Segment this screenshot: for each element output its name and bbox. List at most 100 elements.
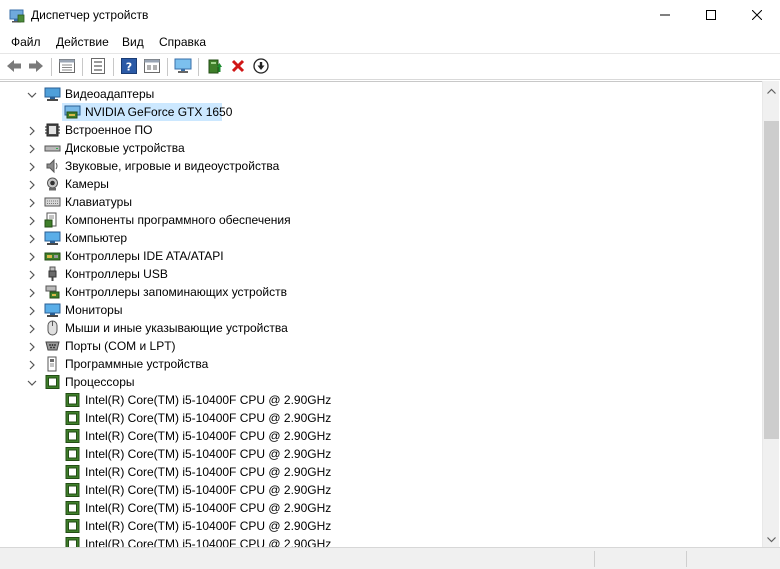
tree-category-row[interactable]: Встроенное ПО xyxy=(0,121,762,139)
scroll-thumb[interactable] xyxy=(764,121,779,439)
status-bar xyxy=(0,547,780,569)
tree-category-row[interactable]: Контроллеры IDE ATA/ATAPI xyxy=(0,247,762,265)
menu-action[interactable]: Действие xyxy=(56,35,109,49)
chevron-right-icon[interactable] xyxy=(27,179,37,190)
minimize-button[interactable] xyxy=(642,0,688,32)
processor-chip-icon xyxy=(64,518,81,534)
tree-device-row[interactable]: Intel(R) Core(TM) i5-10400F CPU @ 2.90GH… xyxy=(0,517,762,535)
chevron-right-icon[interactable] xyxy=(27,125,37,136)
tree-category-row[interactable]: Камеры xyxy=(0,175,762,193)
scroll-up-button[interactable] xyxy=(763,81,780,98)
chevron-right-icon[interactable] xyxy=(27,215,37,226)
menu-file[interactable]: Файл xyxy=(11,35,41,49)
chevron-right-icon[interactable] xyxy=(27,305,37,316)
tree-device-row[interactable]: Intel(R) Core(TM) i5-10400F CPU @ 2.90GH… xyxy=(0,445,762,463)
maximize-button[interactable] xyxy=(688,0,734,32)
tree-item-label: NVIDIA GeForce GTX 1650 xyxy=(85,105,233,119)
disable-device-button[interactable] xyxy=(251,57,271,77)
tree-category-row[interactable]: Клавиатуры xyxy=(0,193,762,211)
tree-item-label: Процессоры xyxy=(65,375,135,389)
chevron-right-icon[interactable] xyxy=(27,251,37,262)
chevron-right-icon[interactable] xyxy=(27,341,37,352)
display-adapter-icon xyxy=(44,86,61,102)
scan-hardware-button[interactable] xyxy=(173,57,193,77)
processor-chip-icon xyxy=(64,536,81,547)
properties-button[interactable] xyxy=(57,57,77,77)
forward-arrow-icon xyxy=(28,59,44,76)
device-list-button[interactable] xyxy=(88,57,108,77)
tree-category-row[interactable]: Процессоры xyxy=(0,373,762,391)
tree-device-row[interactable]: Intel(R) Core(TM) i5-10400F CPU @ 2.90GH… xyxy=(0,535,762,547)
storage-controller-icon xyxy=(44,284,61,300)
port-connector-icon xyxy=(44,338,61,354)
tree-device-row[interactable]: Intel(R) Core(TM) i5-10400F CPU @ 2.90GH… xyxy=(0,463,762,481)
tree-category-row[interactable]: Программные устройства xyxy=(0,355,762,373)
tree-item-label: Мыши и иные указывающие устройства xyxy=(65,321,288,335)
chevron-right-icon[interactable] xyxy=(27,359,37,370)
tree-item-label: Встроенное ПО xyxy=(65,123,153,137)
update-driver-button[interactable] xyxy=(205,57,225,77)
chevron-right-icon[interactable] xyxy=(27,287,37,298)
maximize-icon xyxy=(706,9,716,23)
uninstall-button[interactable] xyxy=(228,57,248,77)
processor-chip-icon xyxy=(64,464,81,480)
computer-monitor-icon xyxy=(44,230,61,246)
tree-item-label: Видеоадаптеры xyxy=(65,87,155,101)
toolbar-separator xyxy=(167,58,168,76)
tree-item-label: Intel(R) Core(TM) i5-10400F CPU @ 2.90GH… xyxy=(85,465,332,479)
chevron-down-icon[interactable] xyxy=(27,377,37,387)
chevron-right-icon[interactable] xyxy=(27,233,37,244)
tree-device-row[interactable]: Intel(R) Core(TM) i5-10400F CPU @ 2.90GH… xyxy=(0,391,762,409)
gpu-card-icon xyxy=(64,104,81,120)
tree-category-row[interactable]: Порты (COM и LPT) xyxy=(0,337,762,355)
camera-icon xyxy=(44,176,61,192)
processor-chip-icon xyxy=(64,500,81,516)
tree-category-row[interactable]: Видеоадаптеры xyxy=(0,85,762,103)
tree-item-label: Компьютер xyxy=(65,231,128,245)
chevron-right-icon[interactable] xyxy=(27,269,37,280)
help-icon: ? xyxy=(121,57,137,77)
toolbar-separator xyxy=(198,58,199,76)
processor-chip-icon xyxy=(64,446,81,462)
tree-item-label: Intel(R) Core(TM) i5-10400F CPU @ 2.90GH… xyxy=(85,483,332,497)
chevron-down-icon[interactable] xyxy=(27,89,37,99)
view-window-icon xyxy=(144,58,160,76)
chevron-right-icon[interactable] xyxy=(27,197,37,208)
chevron-right-icon[interactable] xyxy=(27,143,37,154)
mouse-icon xyxy=(44,320,61,336)
back-button[interactable] xyxy=(4,57,24,77)
tree-category-row[interactable]: Мыши и иные указывающие устройства xyxy=(0,319,762,337)
scroll-down-button[interactable] xyxy=(763,530,780,547)
tree-device-row[interactable]: Intel(R) Core(TM) i5-10400F CPU @ 2.90GH… xyxy=(0,481,762,499)
speaker-icon xyxy=(44,158,61,174)
forward-button[interactable] xyxy=(26,57,46,77)
close-button[interactable] xyxy=(734,0,780,32)
chevron-right-icon[interactable] xyxy=(27,323,37,334)
vertical-scrollbar[interactable] xyxy=(762,81,779,547)
tree-item-label: Intel(R) Core(TM) i5-10400F CPU @ 2.90GH… xyxy=(85,501,332,515)
tree-category-row[interactable]: Мониторы xyxy=(0,301,762,319)
tree-item-label: Контроллеры IDE ATA/ATAPI xyxy=(65,249,224,263)
view-window-button[interactable] xyxy=(142,57,162,77)
toolbar-separator xyxy=(82,58,83,76)
status-divider xyxy=(594,551,595,567)
disk-drive-icon xyxy=(44,140,61,156)
tree-category-row[interactable]: Компьютер xyxy=(0,229,762,247)
chevron-right-icon[interactable] xyxy=(27,161,37,172)
tree-category-row[interactable]: Контроллеры запоминающих устройств xyxy=(0,283,762,301)
tree-device-row[interactable]: Intel(R) Core(TM) i5-10400F CPU @ 2.90GH… xyxy=(0,499,762,517)
help-button[interactable]: ? xyxy=(119,57,139,77)
tree-category-row[interactable]: Дисковые устройства xyxy=(0,139,762,157)
tree-device-row[interactable]: NVIDIA GeForce GTX 1650 xyxy=(0,103,762,121)
tree-item-label: Компоненты программного обеспечения xyxy=(65,213,291,227)
tree-category-row[interactable]: Контроллеры USB xyxy=(0,265,762,283)
tree-device-row[interactable]: Intel(R) Core(TM) i5-10400F CPU @ 2.90GH… xyxy=(0,409,762,427)
minimize-icon xyxy=(660,9,670,23)
menu-help[interactable]: Справка xyxy=(159,35,206,49)
tree-category-row[interactable]: Звуковые, игровые и видеоустройства xyxy=(0,157,762,175)
menu-view[interactable]: Вид xyxy=(122,35,144,49)
tree-device-row[interactable]: Intel(R) Core(TM) i5-10400F CPU @ 2.90GH… xyxy=(0,427,762,445)
tree-category-row[interactable]: Компоненты программного обеспечения xyxy=(0,211,762,229)
scan-hardware-monitor-icon xyxy=(174,58,192,77)
svg-text:?: ? xyxy=(126,60,132,73)
